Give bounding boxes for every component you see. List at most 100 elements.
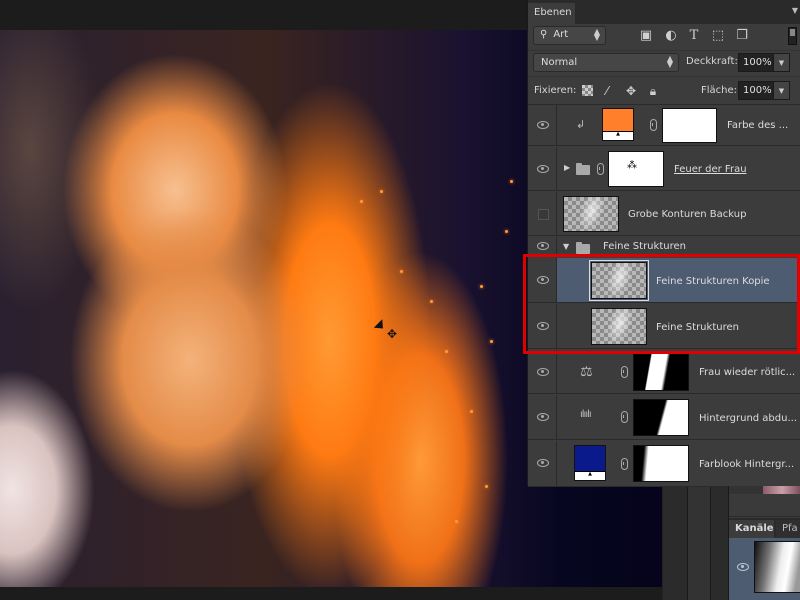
layer-row-grobe-konturen-backup[interactable]: Grobe Konturen Backup xyxy=(528,192,800,236)
blend-row: Normal ▲ ▼ Deckkraft: 100% ▼ xyxy=(528,50,800,75)
image-filter-icon[interactable]: ▣ xyxy=(638,28,654,44)
panel-dock-gutter xyxy=(662,486,728,600)
spark xyxy=(400,270,403,273)
folder-open-icon xyxy=(576,242,590,254)
lock-all-icon[interactable]: 🔒︎ xyxy=(646,84,660,98)
layer-name: Feine Strukturen Kopie xyxy=(656,276,770,287)
visibility-column xyxy=(528,395,557,439)
eye-icon[interactable] xyxy=(537,121,549,129)
spark xyxy=(360,200,363,203)
layer-row-frau-wieder-roetlich[interactable]: ⚖ Frau wieder rötlic... xyxy=(528,350,800,394)
spark xyxy=(505,230,508,233)
spark xyxy=(455,520,458,523)
layer-row-feine-strukturen-kopie[interactable]: Feine Strukturen Kopie xyxy=(528,258,800,303)
layer-thumbnail xyxy=(563,196,619,232)
layer-name: Feine Strukturen xyxy=(603,241,686,252)
layers-panel: Ebenen ▼ ⚲ Art ▲ ▼ ▣ ◐ T ⬚ ❐ Normal ▲ ▼ Dec… xyxy=(527,0,800,487)
layer-row-feine-strukturen[interactable]: Feine Strukturen xyxy=(528,304,800,349)
visibility-column xyxy=(528,237,557,256)
panel-menu-icon[interactable]: ▼ xyxy=(792,6,798,15)
lock-label: Fixieren: xyxy=(534,85,577,96)
type-filter-icon[interactable]: T xyxy=(686,28,702,44)
eye-icon[interactable] xyxy=(537,322,549,330)
layer-row-farbe-des[interactable]: ↲ Farbe des ... xyxy=(528,105,800,146)
visibility-column xyxy=(528,304,557,348)
fill-dropdown-button[interactable]: ▼ xyxy=(774,81,790,100)
eye-icon[interactable] xyxy=(537,242,549,250)
eye-icon[interactable] xyxy=(537,165,549,173)
visibility-column xyxy=(528,258,557,302)
mini-thumbnail xyxy=(763,486,800,494)
expand-arrow-icon[interactable]: ▶ xyxy=(564,163,570,172)
fill-input[interactable]: 100% xyxy=(738,81,774,100)
layer-row-farblook-hintergrund[interactable]: Farblook Hintergr... xyxy=(528,441,800,487)
link-icon xyxy=(621,366,628,378)
channel-row-composite[interactable] xyxy=(729,538,800,600)
channels-panel: Kanäle Pfa xyxy=(728,486,800,600)
move-cursor-icon: ✥ xyxy=(386,327,398,341)
lock-transparency-icon[interactable] xyxy=(582,85,593,96)
layer-thumbnail xyxy=(591,308,647,345)
channels-tabbar: Kanäle Pfa xyxy=(729,518,800,538)
layer-row-feuer-der-frau[interactable]: ▶ ⁂ Feuer der Frau xyxy=(528,147,800,191)
layer-filter-row: ⚲ Art ▲ ▼ ▣ ◐ T ⬚ ❐ xyxy=(528,24,800,49)
opacity-input[interactable]: 100% xyxy=(738,53,774,72)
layers-list: ↲ Farbe des ... ▶ ⁂ Feuer der Frau xyxy=(528,104,800,487)
eye-icon[interactable] xyxy=(537,276,549,284)
spark xyxy=(485,485,488,488)
blend-mode-value: Normal xyxy=(541,57,578,68)
layer-mask-thumbnail xyxy=(633,399,689,436)
spark xyxy=(510,180,513,183)
layer-name: Farbe des ... xyxy=(727,120,789,131)
group-mask-thumbnail: ⁂ xyxy=(608,151,664,187)
layer-name: Grobe Konturen Backup xyxy=(628,209,747,220)
filter-toggle-switch[interactable] xyxy=(788,27,797,45)
visibility-column xyxy=(528,105,557,145)
eye-icon[interactable] xyxy=(537,413,549,421)
dock-collapse-bar[interactable] xyxy=(687,486,711,600)
eye-icon[interactable] xyxy=(537,368,549,376)
shape-filter-icon[interactable]: ⬚ xyxy=(710,28,726,44)
updown-arrows-icon: ▲ ▼ xyxy=(666,54,673,69)
channel-thumbnail xyxy=(754,541,800,593)
tab-kanaele[interactable]: Kanäle xyxy=(729,520,774,538)
opacity-label: Deckkraft: xyxy=(686,56,738,67)
color-balance-icon: ⚖ xyxy=(580,364,593,380)
fill-layer-thumbnail xyxy=(574,445,606,481)
fill-label: Fläche: xyxy=(701,85,738,96)
layer-name: Farblook Hintergr... xyxy=(699,459,795,470)
layer-row-hintergrund-abdunkeln[interactable]: ılıılı Hintergrund abdu... xyxy=(528,395,800,440)
visibility-column xyxy=(528,147,557,190)
clipping-arrow-icon: ↲ xyxy=(576,118,586,131)
lock-move-icon[interactable]: ✥ xyxy=(624,84,638,98)
layer-mask-thumbnail xyxy=(633,445,689,482)
layers-panel-tabbar: Ebenen ▼ xyxy=(528,0,800,24)
tab-pfade[interactable]: Pfa xyxy=(776,520,800,538)
visibility-column xyxy=(528,350,557,393)
opacity-dropdown-button[interactable]: ▼ xyxy=(774,53,790,72)
spark xyxy=(470,410,473,413)
adjustment-filter-icon[interactable]: ◐ xyxy=(663,28,679,44)
levels-icon: ılıılı xyxy=(580,409,592,420)
photoshop-window: ✥ Ebenen ▼ ⚲ Art ▲ ▼ ▣ ◐ T ⬚ ❐ Normal ▲ ▼ D… xyxy=(0,0,800,600)
updown-arrows-icon: ▲ ▼ xyxy=(593,27,600,42)
smart-object-filter-icon[interactable]: ❐ xyxy=(734,28,750,44)
spark xyxy=(490,340,493,343)
visibility-toggle-off[interactable] xyxy=(538,209,549,220)
collapse-arrow-icon[interactable]: ▼ xyxy=(563,242,569,251)
visibility-column xyxy=(528,441,557,486)
folder-icon xyxy=(576,163,590,175)
collapsed-panel-strip xyxy=(729,486,800,494)
eye-icon[interactable] xyxy=(537,459,549,467)
blend-mode-select[interactable]: Normal ▲ ▼ xyxy=(533,53,679,72)
layer-row-group-feine-strukturen[interactable]: ▼ Feine Strukturen xyxy=(528,237,800,257)
lock-brush-icon[interactable]: ⁄ xyxy=(600,84,614,98)
eye-icon[interactable] xyxy=(737,563,749,571)
layer-name: Hintergrund abdu... xyxy=(699,413,798,424)
layer-filter-select[interactable]: ⚲ Art ▲ ▼ xyxy=(533,26,606,45)
tab-ebenen[interactable]: Ebenen xyxy=(528,3,575,24)
canvas-bottom-bar xyxy=(0,587,662,600)
spark xyxy=(380,190,383,193)
layer-mask-thumbnail xyxy=(633,353,689,391)
layer-mask-thumbnail xyxy=(662,108,717,143)
